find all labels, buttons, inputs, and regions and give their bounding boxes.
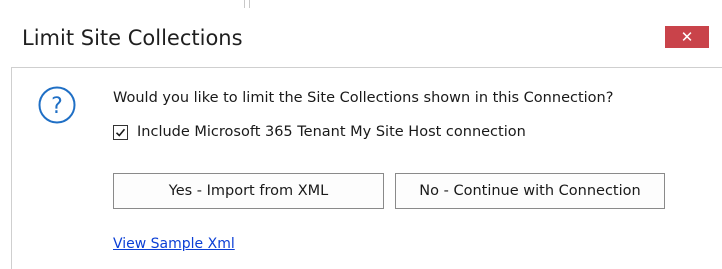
close-button[interactable]: ✕ bbox=[665, 26, 709, 48]
yes-import-from-xml-button[interactable]: Yes - Import from XML bbox=[113, 173, 384, 209]
include-tenant-checkbox-row[interactable]: Include Microsoft 365 Tenant My Site Hos… bbox=[113, 122, 526, 142]
include-tenant-checkbox-label: Include Microsoft 365 Tenant My Site Hos… bbox=[137, 124, 526, 140]
limit-site-collections-dialog: Limit Site Collections ✕ ? Would you lik… bbox=[0, 0, 722, 269]
prompt-text: Would you like to limit the Site Collect… bbox=[113, 90, 614, 106]
view-sample-xml-link[interactable]: View Sample Xml bbox=[113, 236, 235, 252]
no-continue-with-connection-button[interactable]: No - Continue with Connection bbox=[395, 173, 665, 209]
dialog-title: Limit Site Collections bbox=[22, 26, 243, 50]
svg-text:?: ? bbox=[51, 94, 63, 119]
no-button-label: No - Continue with Connection bbox=[419, 183, 641, 199]
yes-button-label: Yes - Import from XML bbox=[168, 183, 329, 199]
dialog-titlebar: Limit Site Collections ✕ bbox=[0, 0, 722, 72]
close-icon: ✕ bbox=[680, 28, 694, 46]
include-tenant-checkbox[interactable] bbox=[113, 124, 128, 140]
window-edge-marker bbox=[244, 0, 250, 8]
checkmark-icon bbox=[115, 128, 126, 137]
question-icon: ? bbox=[37, 85, 77, 125]
